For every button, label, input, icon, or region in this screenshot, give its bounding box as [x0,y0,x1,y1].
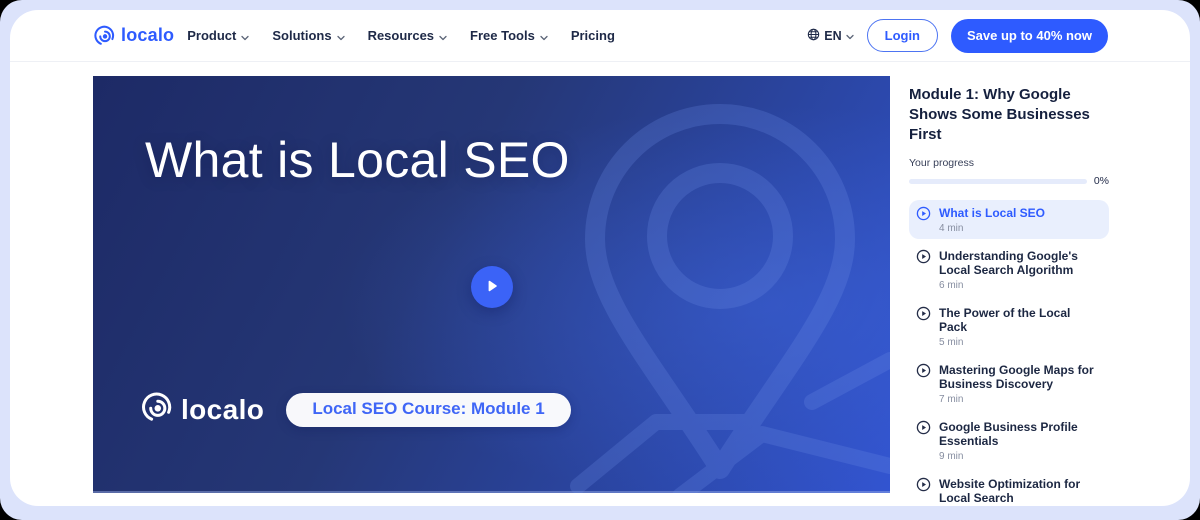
nav-item-resources[interactable]: Resources [368,28,447,44]
lesson-item[interactable]: Google Business Profile Essentials 9 min [909,414,1109,467]
map-pin-watermark-icon [560,104,890,493]
play-circle-icon [916,477,931,492]
logo-wordmark: localo [121,25,174,46]
top-navbar: localo Product Solutions Resources Free … [10,10,1190,62]
globe-icon [807,28,820,44]
nav-item-solutions[interactable]: Solutions [272,28,344,44]
progress-value: 0% [1094,175,1109,187]
lesson-title: Understanding Google's Local Search Algo… [939,249,1101,277]
progress-label: Your progress [909,157,1109,169]
login-button[interactable]: Login [867,19,938,52]
page-frame: localo Product Solutions Resources Free … [0,0,1200,520]
lesson-title: What is Local SEO [939,206,1045,220]
language-code: EN [824,29,841,43]
main-nav: Product Solutions Resources Free Tools P… [187,28,615,44]
main-content: What is Local SEO [10,62,1190,506]
chevron-down-icon [337,29,345,44]
play-circle-icon [916,306,931,321]
localo-swirl-icon [93,24,116,47]
localo-logo[interactable]: localo [93,24,174,47]
lesson-duration: 4 min [939,223,1045,234]
lesson-list: What is Local SEO 4 min Understanding Go… [909,200,1109,506]
lesson-duration: 5 min [939,337,1101,348]
course-sidebar: Module 1: Why Google Shows Some Business… [909,76,1109,506]
lesson-title: The Power of the Local Pack [939,306,1101,334]
chevron-down-icon [540,29,548,44]
nav-item-free-tools[interactable]: Free Tools [470,28,548,44]
lesson-duration: 9 min [939,451,1101,462]
progress-section: Your progress 0% [909,157,1109,187]
localo-swirl-icon-white [140,390,174,429]
lesson-item[interactable]: The Power of the Local Pack 5 min [909,300,1109,353]
play-circle-icon [916,363,931,378]
lesson-duration: 6 min [939,280,1101,291]
course-module-badge: Local SEO Course: Module 1 [286,393,570,427]
module-title: Module 1: Why Google Shows Some Business… [909,85,1109,144]
video-footer: localo Local SEO Course: Module 1 [140,390,571,429]
promo-cta-button[interactable]: Save up to 40% now [951,19,1108,53]
video-localo-logo: localo [140,390,264,429]
nav-item-pricing[interactable]: Pricing [571,28,615,43]
play-circle-icon [916,206,931,221]
lesson-duration: 7 min [939,394,1101,405]
video-title: What is Local SEO [145,126,570,195]
lesson-item[interactable]: Understanding Google's Local Search Algo… [909,243,1109,296]
lesson-item[interactable]: Mastering Google Maps for Business Disco… [909,357,1109,410]
course-video-player[interactable]: What is Local SEO [93,76,890,493]
chevron-down-icon [846,29,854,43]
lesson-title: Google Business Profile Essentials [939,420,1101,448]
language-selector[interactable]: EN [807,28,853,44]
lesson-item[interactable]: Website Optimization for Local Search 13… [909,471,1109,506]
progress-bar[interactable] [909,179,1087,184]
play-button[interactable] [471,266,513,308]
play-circle-icon [916,420,931,435]
lesson-item[interactable]: What is Local SEO 4 min [909,200,1109,239]
page-card: localo Product Solutions Resources Free … [10,10,1190,506]
header-actions: EN Login Save up to 40% now [807,19,1108,53]
lesson-title: Mastering Google Maps for Business Disco… [939,363,1101,391]
play-circle-icon [916,249,931,264]
lesson-title: Website Optimization for Local Search [939,477,1101,505]
play-icon [484,278,500,297]
chevron-down-icon [439,29,447,44]
chevron-down-icon [241,29,249,44]
video-logo-wordmark: localo [181,394,264,426]
nav-item-product[interactable]: Product [187,28,249,44]
